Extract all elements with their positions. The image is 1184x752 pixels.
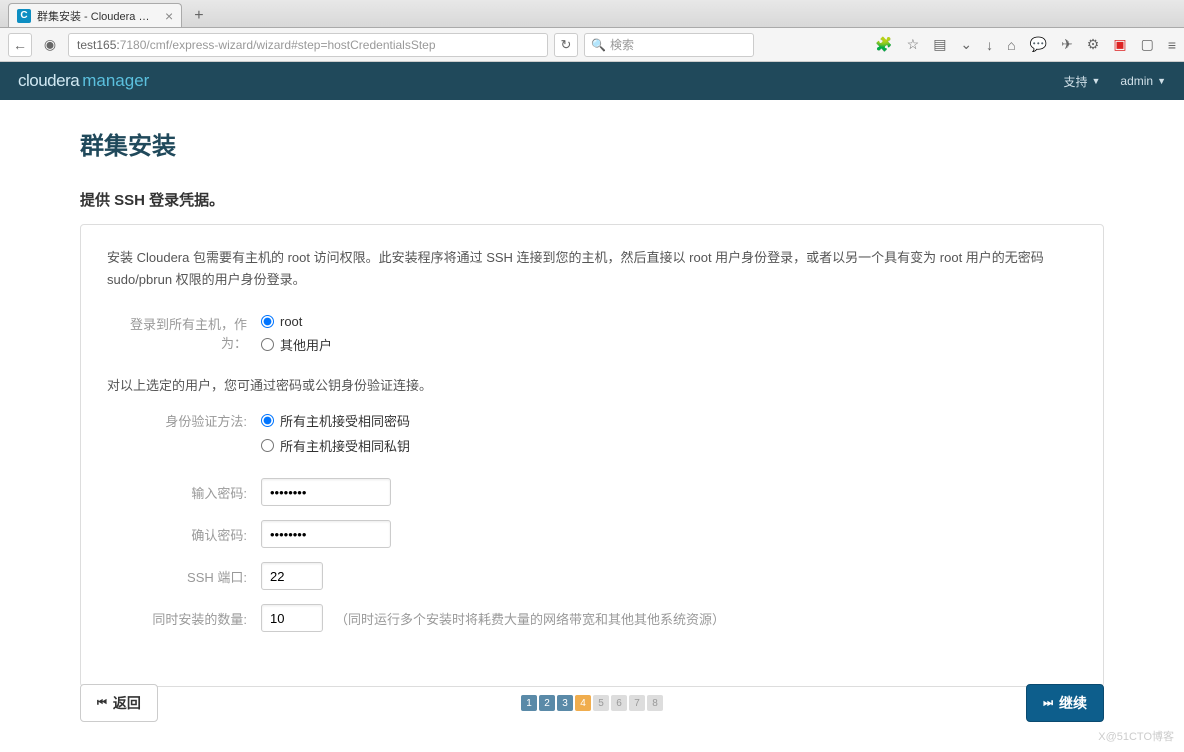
- form-panel: 安装 Cloudera 包需要有主机的 root 访问权限。此安装程序将通过 S…: [80, 224, 1104, 687]
- close-tab-icon[interactable]: ×: [165, 8, 173, 24]
- step-1[interactable]: 1: [521, 695, 537, 711]
- brand-text-2: manager: [82, 71, 149, 90]
- step-7: 7: [629, 695, 645, 711]
- tab-title: 群集安装 - Cloudera Ma...: [37, 8, 157, 24]
- window-icon[interactable]: ▢: [1141, 36, 1154, 53]
- concurrent-input[interactable]: [261, 604, 323, 632]
- browser-icons: 🧩 ☆ ▤ ⌄ ↓ ⌂ 💬 ✈ ⚙ ▣ ▢ ≡: [875, 36, 1176, 53]
- browser-search[interactable]: 🔍 検索: [584, 33, 754, 57]
- radio-root-label: root: [280, 314, 302, 329]
- password-input[interactable]: [261, 478, 391, 506]
- continue-label: 继续: [1059, 693, 1087, 713]
- section-title: 提供 SSH 登录凭据。: [80, 189, 1104, 210]
- star-icon[interactable]: ☆: [907, 36, 920, 53]
- radio-other[interactable]: 其他用户: [261, 332, 1077, 357]
- admin-label: admin: [1120, 74, 1153, 88]
- radio-root[interactable]: root: [261, 311, 1077, 332]
- dev-icon[interactable]: ⚙: [1087, 36, 1100, 53]
- step-3[interactable]: 3: [557, 695, 573, 711]
- search-placeholder: 検索: [610, 36, 634, 53]
- search-icon: 🔍: [591, 38, 606, 52]
- radio-key-auth[interactable]: 所有主机接受相同私钥: [261, 433, 1077, 458]
- back-nav-button[interactable]: ←: [8, 33, 32, 57]
- url-path: 7180/cmf/express-wizard/wizard#step=host…: [120, 38, 436, 52]
- page-title: 群集安装: [80, 126, 1104, 161]
- radio-password-input[interactable]: [261, 414, 274, 427]
- radio-key-label: 所有主机接受相同私钥: [280, 436, 410, 455]
- intro-text: 安装 Cloudera 包需要有主机的 root 访问权限。此安装程序将通过 S…: [107, 247, 1077, 291]
- browser-tab-strip: C 群集安装 - Cloudera Ma... × +: [0, 0, 1184, 28]
- step-indicator: 1 2 3 4 5 6 7 8: [521, 695, 663, 711]
- download-icon[interactable]: ↓: [986, 37, 993, 53]
- radio-other-label: 其他用户: [280, 335, 332, 354]
- radio-password-auth[interactable]: 所有主机接受相同密码: [261, 408, 1077, 433]
- list-icon[interactable]: ▤: [933, 36, 946, 53]
- radio-key-input[interactable]: [261, 439, 274, 452]
- browser-tab[interactable]: C 群集安装 - Cloudera Ma... ×: [8, 3, 182, 27]
- app-header: clouderamanager 支持 ▼ admin ▼: [0, 62, 1184, 100]
- menu-icon[interactable]: ≡: [1168, 37, 1176, 53]
- tab-favicon: C: [17, 9, 31, 23]
- url-bar[interactable]: test165:7180/cmf/express-wizard/wizard#s…: [68, 33, 548, 57]
- confirm-password-input[interactable]: [261, 520, 391, 548]
- flag-icon[interactable]: ▣: [1113, 36, 1126, 53]
- step-8: 8: [647, 695, 663, 711]
- back-icon: ⏮: [97, 697, 107, 710]
- password-label: 输入密码:: [107, 483, 261, 502]
- back-button[interactable]: ⏮ 返回: [80, 684, 158, 722]
- pocket-icon[interactable]: ⌄: [960, 36, 972, 53]
- concurrent-note: （同时运行多个安装时将耗费大量的网络带宽和其他其他系统资源）: [335, 609, 725, 628]
- refresh-button[interactable]: ↻: [554, 33, 578, 57]
- addon-icon[interactable]: 🧩: [875, 36, 892, 53]
- ssh-port-input[interactable]: [261, 562, 323, 590]
- back-label: 返回: [113, 693, 141, 713]
- chevron-down-icon: ▼: [1157, 76, 1166, 86]
- auth-method-label: 身份验证方法:: [107, 408, 261, 430]
- radio-root-input[interactable]: [261, 315, 274, 328]
- step-5: 5: [593, 695, 609, 711]
- radio-password-label: 所有主机接受相同密码: [280, 411, 410, 430]
- confirm-label: 确认密码:: [107, 525, 261, 544]
- wizard-footer: ⏮ 返回 1 2 3 4 5 6 7 8 ⏭ 继续: [0, 684, 1184, 722]
- continue-icon: ⏭: [1043, 697, 1053, 710]
- step-6: 6: [611, 695, 627, 711]
- login-as-label: 登录到所有主机，作为：: [107, 311, 261, 352]
- auth-note: 对以上选定的用户，您可通过密码或公钥身份验证连接。: [107, 375, 1077, 394]
- globe-icon: ◉: [38, 33, 62, 57]
- ssh-port-label: SSH 端口:: [107, 567, 261, 586]
- support-menu[interactable]: 支持 ▼: [1063, 73, 1100, 90]
- brand-text-1: cloudera: [18, 71, 79, 90]
- chevron-down-icon: ▼: [1091, 76, 1100, 86]
- admin-menu[interactable]: admin ▼: [1120, 73, 1166, 90]
- page-content: 群集安装 提供 SSH 登录凭据。 安装 Cloudera 包需要有主机的 ro…: [0, 100, 1184, 687]
- watermark: X@51CTO博客: [1098, 728, 1174, 744]
- home-icon[interactable]: ⌂: [1007, 37, 1015, 53]
- step-2[interactable]: 2: [539, 695, 555, 711]
- radio-other-input[interactable]: [261, 338, 274, 351]
- new-tab-button[interactable]: +: [188, 5, 209, 27]
- send-icon[interactable]: ✈: [1061, 36, 1073, 53]
- brand-logo[interactable]: clouderamanager: [18, 71, 149, 91]
- step-4[interactable]: 4: [575, 695, 591, 711]
- url-host: test165:: [77, 38, 120, 52]
- chat-icon[interactable]: 💬: [1030, 36, 1047, 53]
- continue-button[interactable]: ⏭ 继续: [1026, 684, 1104, 722]
- support-label: 支持: [1063, 73, 1087, 90]
- concurrent-label: 同时安装的数量:: [107, 609, 261, 628]
- browser-toolbar: ← ◉ test165:7180/cmf/express-wizard/wiza…: [0, 28, 1184, 62]
